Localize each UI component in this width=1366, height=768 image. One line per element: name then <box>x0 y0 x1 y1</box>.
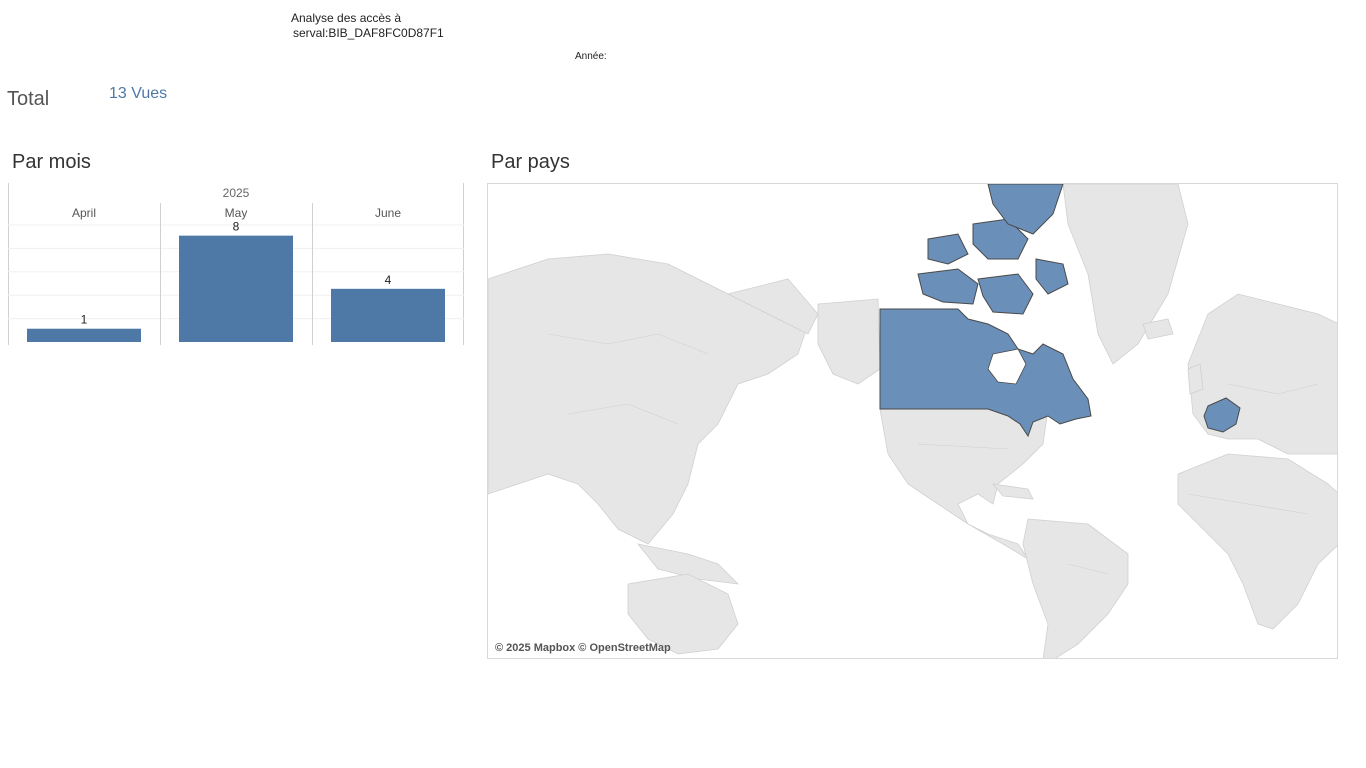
land-greenland <box>1062 184 1189 365</box>
world-map <box>488 184 1337 658</box>
total-label: Total <box>7 88 50 110</box>
land-south-america <box>1022 518 1129 658</box>
year-filter-label[interactable]: Année: <box>575 51 607 62</box>
country-canada-islands-1 <box>917 268 979 305</box>
map-attribution: © 2025 Mapbox © OpenStreetMap <box>495 642 671 654</box>
country-canada-islands-3 <box>927 233 969 265</box>
land-alaska <box>817 298 881 385</box>
bar-value-label: 1 <box>81 313 88 327</box>
monthly-bar-chart: 2025 April 1 May8 June 4 <box>8 183 464 345</box>
country-canada-islands-6 <box>1035 258 1069 295</box>
map-section-title: Par pays <box>491 151 570 173</box>
bar-value-label: 8 <box>233 220 240 234</box>
country-map[interactable] <box>487 183 1338 659</box>
bar <box>179 235 293 342</box>
country-canada-islands-2 <box>977 273 1034 315</box>
land-europe <box>1187 293 1337 455</box>
total-value: 13 Vues <box>109 85 168 102</box>
page-title-line2: serval:BIB_DAF8FC0D87F1 <box>293 26 444 40</box>
bar <box>331 288 445 342</box>
category-label: May <box>225 206 248 220</box>
land-africa <box>1177 453 1337 630</box>
category-label: June <box>375 206 401 220</box>
bar <box>27 328 141 342</box>
page-title: Analyse des accès à serval:BIB_DAF8FC0D8… <box>291 11 511 41</box>
page-title-line1: Analyse des accès à <box>291 11 402 25</box>
land-us-mexico <box>879 408 1049 560</box>
land-uk <box>1187 363 1204 395</box>
group-header-label: 2025 <box>223 186 250 200</box>
category-label: April <box>72 206 96 220</box>
bar-section-title: Par mois <box>12 151 91 173</box>
land-caribbean <box>992 483 1034 500</box>
bar-value-label: 4 <box>385 273 392 287</box>
